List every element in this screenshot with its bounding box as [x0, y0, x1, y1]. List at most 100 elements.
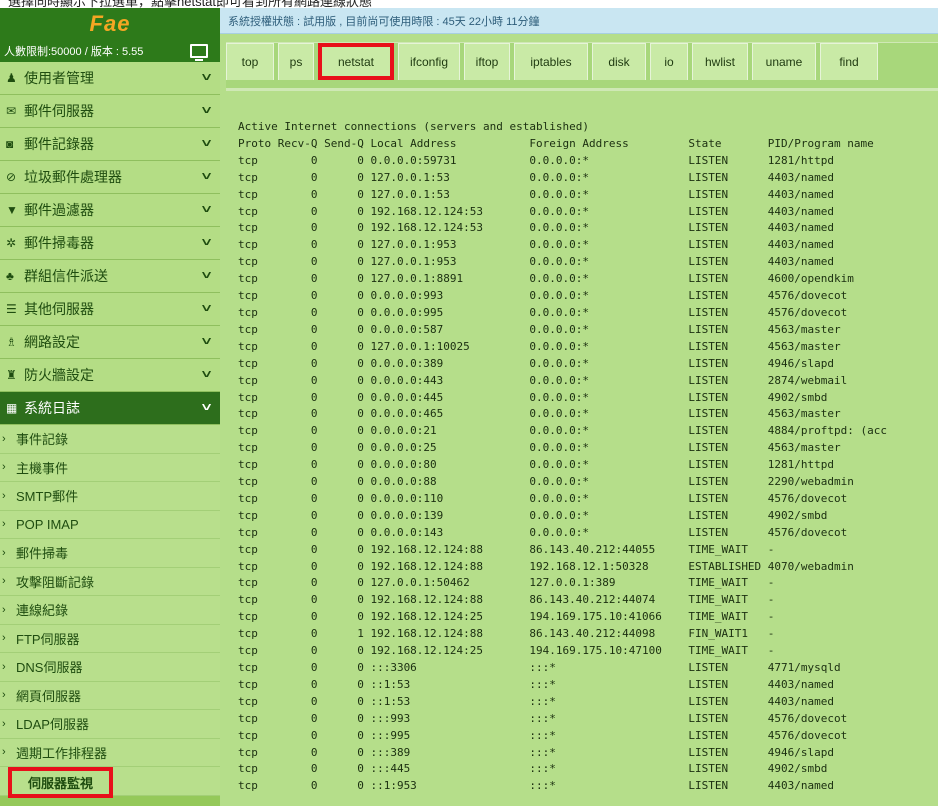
- submenu-item-0[interactable]: › 事件記錄: [0, 425, 220, 454]
- submenu-item-7[interactable]: › FTP伺服器: [0, 624, 220, 653]
- tab-netstat[interactable]: netstat: [318, 43, 394, 80]
- netstat-row: tcp 0 0 ::1:53 :::* LISTEN 4403/named: [238, 677, 835, 691]
- netstat-row: tcp 0 1 192.168.12.124:88 86.143.40.212:…: [238, 627, 775, 641]
- sidebar-item-9[interactable]: ♜ 防火牆設定 ˅: [0, 359, 220, 392]
- submenu-item-1[interactable]: › 主機事件: [0, 453, 220, 482]
- sidebar-item-7[interactable]: ☰ 其他伺服器 ˅: [0, 293, 220, 326]
- submenu-item-8[interactable]: › DNS伺服器: [0, 653, 220, 682]
- submenu-item-12[interactable]: 伺服器監視: [0, 767, 220, 799]
- tab-iftop[interactable]: iftop: [464, 43, 510, 80]
- netstat-row: tcp 0 0 0.0.0.0:59731 0.0.0.0:* LISTEN 1…: [238, 153, 835, 167]
- netstat-row: tcp 0 0 192.168.12.124:53 0.0.0.0:* LIST…: [238, 204, 835, 218]
- netstat-row: tcp 0 0 0.0.0.0:389 0.0.0.0:* LISTEN 494…: [238, 356, 835, 370]
- submenu-item-label: 主機事件: [16, 460, 69, 476]
- chevron-right-icon: ›: [2, 575, 6, 588]
- tab-find[interactable]: find: [820, 43, 878, 80]
- netstat-row: tcp 0 0 192.168.12.124:53 0.0.0.0:* LIST…: [238, 221, 835, 235]
- submenu-item-label: LDAP伺服器: [16, 717, 89, 733]
- netstat-row: tcp 0 0 ::1:953 :::* LISTEN 4403/named: [238, 779, 835, 793]
- netstat-output: Active Internet connections (servers and…: [238, 119, 887, 795]
- submenu-item-4[interactable]: › 郵件掃毒: [0, 539, 220, 568]
- netstat-row: tcp 0 0 192.168.12.124:88 192.168.12.1:5…: [238, 559, 854, 573]
- submenu-item-11[interactable]: › 週期工作排程器: [0, 738, 220, 767]
- users-icon: ♣: [6, 269, 14, 283]
- chevron-right-icon: ›: [2, 632, 6, 645]
- tab-iptables[interactable]: iptables: [514, 43, 588, 80]
- submenu-item-3[interactable]: › POP IMAP: [0, 510, 220, 539]
- tool-tabs: top ps netstat ifconfig iftop iptables disk io h…: [226, 42, 938, 89]
- netstat-row: tcp 0 0 127.0.0.1:10025 0.0.0.0:* LISTEN…: [238, 339, 841, 353]
- submenu-item-5[interactable]: › 攻擊阻斷記錄: [0, 567, 220, 596]
- bug-icon: ✲: [6, 236, 17, 250]
- sidebar-item-2[interactable]: ◙ 郵件記錄器 ˅: [0, 128, 220, 161]
- netstat-title: Active Internet connections (servers and…: [238, 120, 589, 133]
- netstat-row: tcp 0 0 ::1:53 :::* LISTEN 4403/named: [238, 694, 835, 708]
- netstat-row: tcp 0 0 192.168.12.124:25 194.169.175.10…: [238, 610, 775, 624]
- chevron-down-icon: ˅: [201, 367, 212, 381]
- netstat-header: Proto Recv-Q Send-Q Local Address Foreig…: [238, 136, 874, 150]
- netstat-row: tcp 0 0 192.168.12.124:25 194.169.175.10…: [238, 644, 775, 658]
- sidebar-item-5[interactable]: ✲ 郵件掃毒器 ˅: [0, 227, 220, 260]
- chevron-right-icon: ›: [2, 717, 6, 730]
- sidebar-item-6[interactable]: ♣ 群組信件派送 ˅: [0, 260, 220, 293]
- sidebar-item-3[interactable]: ⊘ 垃圾郵件處理器 ˅: [0, 161, 220, 194]
- submenu-item-9[interactable]: › 網頁伺服器: [0, 681, 220, 710]
- tab-io[interactable]: io: [650, 43, 688, 80]
- tab-disk[interactable]: disk: [592, 43, 646, 80]
- chevron-down-icon: ˅: [201, 70, 212, 84]
- netstat-row: tcp 0 0 0.0.0.0:143 0.0.0.0:* LISTEN 457…: [238, 525, 848, 539]
- submenu-item-6[interactable]: › 連線紀錄: [0, 596, 220, 625]
- tab-ifconfig[interactable]: ifconfig: [398, 43, 460, 80]
- netstat-row: tcp 0 0 127.0.0.1:50462 127.0.0.1:389 TI…: [238, 576, 775, 590]
- sidebar-item-label: 群組信件派送: [24, 268, 108, 284]
- sidebar-item-4[interactable]: ▼ 郵件過濾器 ˅: [0, 194, 220, 227]
- chevron-right-icon: ›: [2, 432, 6, 445]
- tab-ps[interactable]: ps: [278, 43, 314, 80]
- chevron-right-icon: ›: [2, 660, 6, 673]
- tab-top[interactable]: top: [226, 43, 274, 80]
- netstat-row: tcp 0 0 0.0.0.0:21 0.0.0.0:* LISTEN 4884…: [238, 424, 888, 438]
- netstat-row: tcp 0 0 :::445 :::* LISTEN 4902/smbd: [238, 762, 828, 776]
- submenu-item-label: SMTP郵件: [16, 489, 79, 505]
- tabs-divider: [226, 88, 938, 91]
- logo: Fae: [0, 8, 220, 40]
- sidebar: Fae 人數限制:50000 / 版本 : 5.55 ♟ 使用者管理 ˅ ✉ 郵件伺服器…: [0, 8, 220, 806]
- server-icon: ☰: [6, 302, 17, 316]
- tab-hwlist[interactable]: hwlist: [692, 43, 748, 80]
- netstat-row: tcp 0 0 127.0.0.1:953 0.0.0.0:* LISTEN 4…: [238, 238, 835, 252]
- netstat-row: tcp 0 0 0.0.0.0:88 0.0.0.0:* LISTEN 2290…: [238, 475, 854, 489]
- submenu-item-label: 伺服器監視: [8, 767, 114, 799]
- user-icon: ♟: [6, 71, 17, 85]
- netstat-row: tcp 0 0 0.0.0.0:995 0.0.0.0:* LISTEN 457…: [238, 305, 848, 319]
- sitemap-icon: ♗: [6, 335, 17, 349]
- sidebar-item-0[interactable]: ♟ 使用者管理 ˅: [0, 62, 220, 95]
- submenu-item-2[interactable]: › SMTP郵件: [0, 482, 220, 511]
- submenu-item-label: 郵件掃毒: [16, 546, 69, 562]
- monitor-icon[interactable]: [190, 44, 208, 61]
- submenu-item-label: 連線紀錄: [16, 603, 69, 619]
- chevron-down-icon: ˅: [201, 301, 212, 315]
- sidebar-item-8[interactable]: ♗ 網路設定 ˅: [0, 326, 220, 359]
- netstat-row: tcp 0 0 0.0.0.0:465 0.0.0.0:* LISTEN 456…: [238, 407, 841, 421]
- sidebar-item-10[interactable]: ▦ 系統日誌 ˅: [0, 392, 220, 425]
- sidebar-item-label: 郵件記錄器: [24, 136, 94, 152]
- submenu-item-label: DNS伺服器: [16, 660, 83, 676]
- license-status-text: 系統授權狀態 : 試用版 , 目前尚可使用時限 : 45天 22小時 11分鐘: [228, 15, 540, 28]
- sidebar-item-label: 郵件伺服器: [24, 103, 94, 119]
- sidebar-item-label: 其他伺服器: [24, 301, 94, 317]
- top-caption-strip: 選擇同時顯示下拉選單，點擊netstat即可看到所有網路連線狀態: [0, 0, 938, 8]
- submenu-item-10[interactable]: › LDAP伺服器: [0, 710, 220, 739]
- fire-icon: ♜: [6, 368, 17, 382]
- sidebar-item-1[interactable]: ✉ 郵件伺服器 ˅: [0, 95, 220, 128]
- license-status: 系統授權狀態 : 試用版 , 目前尚可使用時限 : 45天 22小時 11分鐘: [220, 8, 938, 34]
- sidebar-item-label: 網路設定: [24, 334, 80, 350]
- netstat-row: tcp 0 0 0.0.0.0:443 0.0.0.0:* LISTEN 287…: [238, 373, 848, 387]
- netstat-row: tcp 0 0 0.0.0.0:445 0.0.0.0:* LISTEN 490…: [238, 390, 828, 404]
- sidebar-item-label: 郵件掃毒器: [24, 235, 94, 251]
- submenu-item-label: 攻擊阻斷記錄: [16, 574, 95, 590]
- limits-text: 人數限制:50000 / 版本 : 5.55: [4, 46, 144, 58]
- license-limits: 人數限制:50000 / 版本 : 5.55: [0, 40, 220, 62]
- netstat-row: tcp 0 0 192.168.12.124:88 86.143.40.212:…: [238, 593, 775, 607]
- tab-uname[interactable]: uname: [752, 43, 816, 80]
- netstat-row: tcp 0 0 192.168.12.124:88 86.143.40.212:…: [238, 542, 775, 556]
